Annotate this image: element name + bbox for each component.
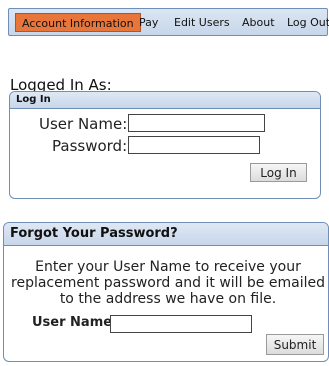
- nav-tab-pay[interactable]: Pay: [139, 13, 158, 32]
- forgot-password-panel: Forgot Your Password? Enter your User Na…: [3, 222, 329, 362]
- forgot-password-instructions: Enter your User Name to receive your rep…: [11, 259, 325, 307]
- password-label: Password:: [52, 137, 128, 155]
- forgot-password-header: Forgot Your Password?: [4, 223, 328, 246]
- login-panel: Log In User Name: Password: Log In: [9, 91, 321, 199]
- login-panel-header: Log In: [10, 92, 320, 109]
- forgot-username-input[interactable]: [110, 315, 252, 333]
- nav-tab-about[interactable]: About: [242, 13, 275, 32]
- password-input[interactable]: [128, 136, 260, 154]
- username-input[interactable]: [128, 114, 265, 132]
- nav-tab-edit-users[interactable]: Edit Users: [174, 13, 230, 32]
- forgot-username-label: User Name:: [32, 315, 118, 330]
- top-nav: Account Information Pay Edit Users About…: [8, 8, 329, 36]
- submit-button[interactable]: Submit: [266, 334, 324, 355]
- nav-tab-log-out[interactable]: Log Out: [287, 13, 329, 32]
- username-label: User Name:: [39, 115, 128, 133]
- nav-tab-account-information[interactable]: Account Information: [15, 13, 141, 32]
- login-button[interactable]: Log In: [250, 163, 307, 182]
